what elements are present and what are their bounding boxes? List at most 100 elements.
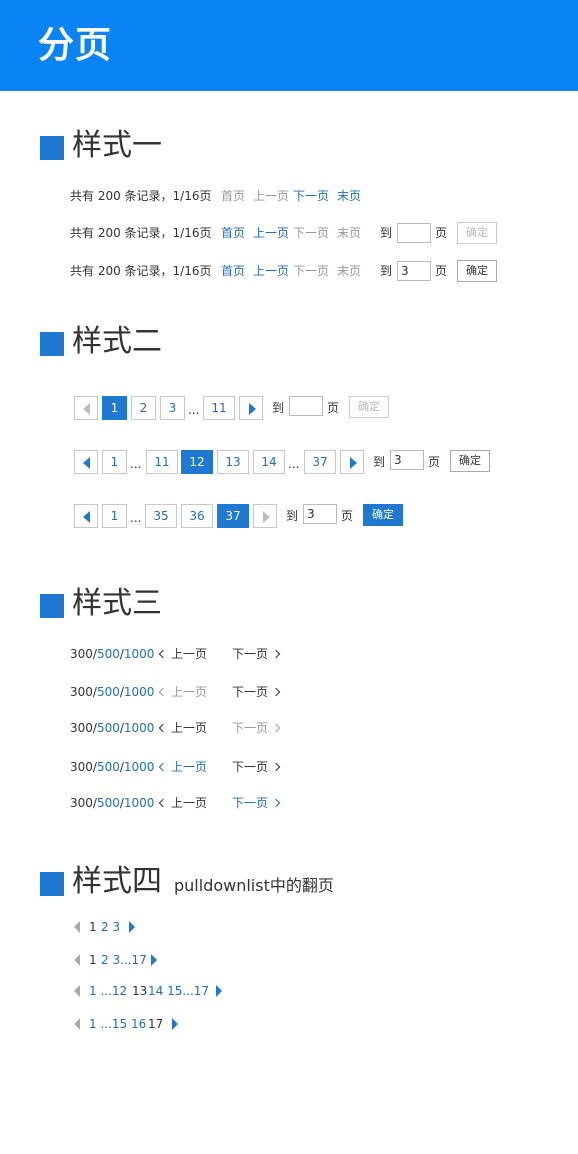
- confirm-button[interactable]: 确定: [349, 396, 389, 418]
- goto-page-input[interactable]: [397, 261, 431, 281]
- pager-style4-row1: 1 2 3: [74, 917, 194, 937]
- next-page-link: 下一页: [293, 264, 330, 278]
- next-page-link[interactable]: 下一页: [232, 791, 281, 815]
- page-button-current[interactable]: 1: [102, 396, 127, 420]
- first-page-link: 首页: [221, 189, 246, 203]
- confirm-button[interactable]: 确定: [450, 450, 490, 472]
- chevron-right-icon: [271, 723, 281, 733]
- current-page: 1: [89, 953, 97, 967]
- section-marker-icon: [40, 872, 64, 896]
- page-size-options: 300/500/1000: [70, 755, 154, 779]
- goto-label: 到: [286, 509, 299, 523]
- page-links[interactable]: 2 3: [101, 917, 120, 937]
- page-button[interactable]: 35: [145, 504, 177, 528]
- page-size-option[interactable]: 500: [97, 647, 120, 661]
- chevron-right-icon: [350, 457, 357, 469]
- next-page-link[interactable]: 下一页: [293, 184, 329, 208]
- page-button-current[interactable]: 37: [217, 504, 249, 528]
- page-size-current: 300: [70, 685, 93, 699]
- page-size-option[interactable]: 1000: [124, 760, 155, 774]
- chevron-left-icon: [74, 921, 80, 933]
- page-size-option[interactable]: 1000: [124, 721, 155, 735]
- next-page-link[interactable]: 下一页: [232, 680, 281, 704]
- chevron-right-icon: [263, 511, 270, 523]
- goto-page-input[interactable]: [397, 223, 431, 243]
- next-page-link: 下一页: [232, 716, 281, 740]
- goto-page-input[interactable]: [390, 450, 424, 470]
- page-button[interactable]: 37: [304, 450, 336, 474]
- next-page-link[interactable]: 下一页: [232, 642, 281, 666]
- chevron-right-icon: [271, 649, 281, 659]
- page-button[interactable]: 2: [131, 396, 156, 420]
- chevron-left-icon: [158, 762, 168, 772]
- chevron-left-icon[interactable]: [74, 985, 80, 997]
- goto-label: 到: [373, 455, 386, 469]
- page-size-option[interactable]: 1000: [124, 796, 155, 810]
- last-page-link[interactable]: 末页: [337, 184, 361, 208]
- page-unit-label: 页: [435, 226, 448, 240]
- prev-page-link[interactable]: 上一页: [158, 791, 207, 815]
- page-button[interactable]: 36: [181, 504, 213, 528]
- page-button[interactable]: 3: [160, 396, 185, 420]
- pager-style2-row3: 1 ... 35 36 37 到 页 确定: [74, 504, 414, 528]
- page-button[interactable]: 13: [217, 450, 249, 474]
- page-size-option[interactable]: 1000: [124, 685, 155, 699]
- record-summary: 共有 200 条记录，1/16页: [70, 226, 212, 240]
- page-button[interactable]: 14: [253, 450, 285, 474]
- page-size-option[interactable]: 500: [97, 796, 120, 810]
- pager-style3-row4: 300/500/1000 上一页 下一页: [70, 755, 310, 779]
- current-page: 13: [132, 984, 148, 998]
- page-header: 分页: [0, 0, 578, 91]
- page-size-options: 300/500/1000: [70, 791, 154, 815]
- prev-page-link[interactable]: 上一页: [253, 221, 289, 245]
- page-size-option[interactable]: 500: [97, 760, 120, 774]
- chevron-right-icon[interactable]: [151, 954, 157, 966]
- prev-arrow-button[interactable]: [74, 504, 98, 528]
- section-heading: 样式一: [72, 128, 162, 163]
- page-button-current[interactable]: 12: [181, 450, 213, 474]
- first-page-link[interactable]: 首页: [221, 221, 245, 245]
- ellipsis: ...: [130, 457, 142, 471]
- current-page: 1: [89, 920, 97, 934]
- chevron-right-icon: [271, 798, 281, 808]
- page-size-option[interactable]: 1000: [124, 647, 155, 661]
- page-links[interactable]: 1 ...15 16: [89, 1014, 146, 1034]
- next-arrow-button[interactable]: [239, 396, 263, 420]
- prev-page-link[interactable]: 上一页: [158, 642, 207, 666]
- chevron-left-icon: [158, 649, 168, 659]
- page-size-option[interactable]: 500: [97, 721, 120, 735]
- page-unit-label: 页: [327, 401, 340, 415]
- next-page-link[interactable]: 下一页: [232, 755, 281, 779]
- prev-arrow-button[interactable]: [74, 450, 98, 474]
- pager-style3-row2: 300/500/1000 上一页 下一页: [70, 680, 310, 704]
- page-links[interactable]: 2 3...17: [101, 950, 147, 970]
- page-size-option[interactable]: 500: [97, 685, 120, 699]
- chevron-right-icon: [249, 403, 256, 415]
- chevron-right-icon[interactable]: [216, 985, 222, 997]
- next-page-link: 下一页: [293, 226, 330, 240]
- chevron-right-icon: [271, 687, 281, 697]
- chevron-left-icon[interactable]: [74, 1018, 80, 1030]
- prev-page-link[interactable]: 上一页: [158, 755, 207, 779]
- prev-page-link[interactable]: 上一页: [253, 259, 289, 283]
- confirm-button[interactable]: 确定: [363, 504, 403, 526]
- pager-style3-row1: 300/500/1000 上一页 下一页: [70, 642, 310, 666]
- confirm-button[interactable]: 确定: [457, 260, 497, 282]
- prev-page-link[interactable]: 上一页: [158, 716, 207, 740]
- page-links[interactable]: 1 ...12: [89, 981, 127, 1001]
- chevron-left-icon: [83, 457, 90, 469]
- confirm-button[interactable]: 确定: [457, 222, 497, 244]
- last-page-link: 末页: [337, 264, 362, 278]
- chevron-right-icon[interactable]: [129, 921, 135, 933]
- goto-page-input[interactable]: [289, 396, 323, 416]
- page-button[interactable]: 11: [146, 450, 178, 474]
- next-arrow-button[interactable]: [340, 450, 364, 474]
- page-links[interactable]: 14 15...17: [148, 981, 209, 1001]
- page-size-current: 300: [70, 721, 93, 735]
- first-page-link[interactable]: 首页: [221, 259, 245, 283]
- goto-page-input[interactable]: [303, 504, 337, 524]
- goto-label: 到: [272, 401, 285, 415]
- page-button[interactable]: 1: [102, 450, 127, 474]
- page-button[interactable]: 1: [102, 504, 127, 528]
- page-button[interactable]: 11: [203, 396, 235, 420]
